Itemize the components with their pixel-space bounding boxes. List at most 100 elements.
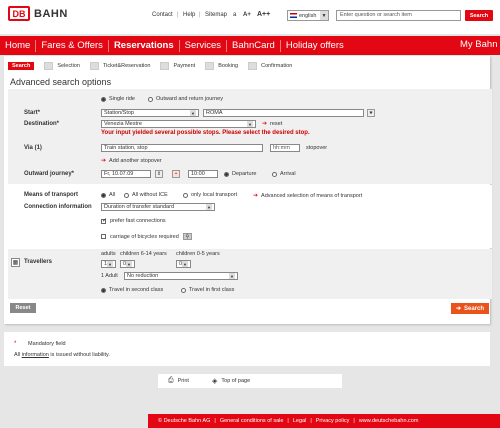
via-input[interactable]: Train station, stop xyxy=(101,144,263,152)
step-box xyxy=(90,62,99,70)
chevron-down-icon: ▼ xyxy=(320,11,328,20)
checkbox-bicycles[interactable] xyxy=(101,234,106,239)
outward-label: Outward journey* xyxy=(24,171,75,177)
step-box xyxy=(44,62,54,70)
radio-no-ice[interactable] xyxy=(124,192,129,198)
chevron-down-icon: ▼ xyxy=(190,110,196,116)
page-title: Advanced search options xyxy=(10,77,112,87)
transport-no-ice-option[interactable]: All without ICE xyxy=(124,192,168,198)
arrow-up-icon: ◈ xyxy=(212,378,218,385)
radio-first-class[interactable] xyxy=(181,287,186,293)
outward-time-input[interactable]: 10:00 xyxy=(188,170,218,178)
step-box xyxy=(248,62,258,70)
legal-link[interactable]: Legal xyxy=(293,418,306,424)
contact-link[interactable]: Contact xyxy=(152,12,173,18)
copyright: © Deutsche Bahn AG xyxy=(158,418,211,424)
information-link[interactable]: information xyxy=(22,352,49,358)
legend-box xyxy=(4,332,490,366)
adults-select[interactable]: 1 ▼ xyxy=(101,260,116,268)
infants-select[interactable]: 0 ▼ xyxy=(176,260,191,268)
nav-mybahn[interactable]: My Bahn xyxy=(460,39,498,50)
db-website-link[interactable]: www.deutschebahn.com xyxy=(359,418,419,424)
separator: | xyxy=(199,12,201,18)
mandatory-mark: * xyxy=(14,341,17,347)
transport-section xyxy=(8,185,492,248)
reduction-select[interactable]: No reduction ▼ xyxy=(124,272,238,280)
adults-label: adults xyxy=(101,251,116,257)
search-button[interactable]: ➔ Search xyxy=(451,303,489,314)
uk-flag-icon xyxy=(290,13,297,18)
departure-option[interactable]: Departure xyxy=(224,171,256,177)
transport-label: Means of transport xyxy=(24,192,79,198)
star-favorite-icon[interactable]: ★ xyxy=(367,109,375,117)
site-search-input[interactable]: Enter question or search item xyxy=(336,10,461,21)
transport-local-option[interactable]: only local transport xyxy=(183,192,237,198)
adult-row-label: 1 Adult xyxy=(101,273,118,279)
separator: | xyxy=(177,12,179,18)
destination-select[interactable]: Venezia Mestre ▼ xyxy=(101,120,256,128)
transfer-duration-select[interactable]: Duration of transfer standard ▼ xyxy=(101,203,215,211)
start-input[interactable]: ROMA xyxy=(203,109,364,117)
radio-departure[interactable] xyxy=(224,171,229,177)
single-ride-option[interactable]: Single ride xyxy=(101,96,135,102)
radio-return[interactable] xyxy=(148,96,153,102)
outward-date-input[interactable]: Fr, 10.07.09 xyxy=(101,170,151,178)
nav-bahncard[interactable]: BahnCard xyxy=(227,39,281,52)
help-link[interactable]: Help xyxy=(183,12,195,18)
add-stopover-link[interactable]: ➔ Add another stopover xyxy=(101,157,162,165)
brand-name: BAHN xyxy=(34,7,68,20)
second-class-option[interactable]: Travel in second class xyxy=(101,287,163,293)
chevron-down-icon: ▼ xyxy=(206,204,212,210)
print-link[interactable]: ⎙ Print xyxy=(168,377,189,385)
chevron-down-icon: ▼ xyxy=(229,273,235,279)
destination-label: Destination* xyxy=(24,121,60,127)
radio-single[interactable] xyxy=(101,96,106,102)
bicycles-option[interactable]: carriage of bicycles required ⚲ xyxy=(101,233,192,240)
arrival-option[interactable]: Arrival xyxy=(272,171,296,177)
site-search-button[interactable]: Search xyxy=(465,10,493,21)
language-select[interactable]: english ▼ xyxy=(287,10,329,21)
nav-holiday[interactable]: Holiday offers xyxy=(281,40,349,52)
children-label: children 6-14 years xyxy=(120,251,167,257)
reset-button[interactable]: Reset xyxy=(10,303,36,313)
step-booking: Booking xyxy=(205,62,238,70)
first-class-option[interactable]: Travel in first class xyxy=(181,287,234,293)
chevron-down-icon: ▼ xyxy=(182,261,188,267)
step-confirmation: Confirmation xyxy=(248,62,292,70)
radio-second-class[interactable] xyxy=(101,287,106,293)
travellers-label: Travellers xyxy=(24,259,53,265)
children-select[interactable]: 0 ▼ xyxy=(120,260,135,268)
return-journey-option[interactable]: Outward and return journey xyxy=(148,96,223,102)
stopover-time-input[interactable]: hh:mm xyxy=(270,144,300,152)
chevron-down-icon: ▼ xyxy=(247,121,253,127)
font-size-large[interactable]: A++ xyxy=(257,11,270,18)
sitemap-link[interactable]: Sitemap xyxy=(205,12,227,18)
destination-reset-link[interactable]: ➔ reset xyxy=(262,120,282,128)
transport-all-option[interactable]: All xyxy=(101,192,115,198)
nav-reservations[interactable]: Reservations xyxy=(109,39,180,52)
nav-home[interactable]: Home xyxy=(0,39,37,52)
journey-section xyxy=(8,89,492,184)
radio-all[interactable] xyxy=(101,192,106,198)
nav-fares[interactable]: Fares & Offers xyxy=(36,39,109,52)
arrow-right-icon: ➔ xyxy=(262,121,268,127)
step-ticket: Ticket&Reservation xyxy=(90,62,150,70)
top-of-page-link[interactable]: ◈ Top of page xyxy=(212,377,250,385)
db-logo[interactable]: DB BAHN xyxy=(8,6,68,21)
radio-local[interactable] xyxy=(183,192,188,198)
date-stepper[interactable]: ⇕ xyxy=(155,170,163,178)
advanced-transport-link[interactable]: ➔ Advanced selection of means of transpo… xyxy=(253,192,362,200)
fast-connections-option[interactable]: prefer fast connections xyxy=(101,217,166,224)
calendar-icon[interactable]: ▪ xyxy=(172,170,180,178)
privacy-link[interactable]: Privacy policy xyxy=(316,418,350,424)
start-type-select[interactable]: Station/Stop ▼ xyxy=(101,109,199,117)
arrow-right-icon: ➔ xyxy=(455,306,461,312)
connection-label: Connection information xyxy=(24,204,92,210)
checkbox-fast[interactable] xyxy=(101,217,107,224)
font-size-small[interactable]: a xyxy=(233,12,236,18)
radio-arrival[interactable] xyxy=(272,171,277,177)
terms-link[interactable]: General conditions of sale xyxy=(220,418,284,424)
print-icon: ⎙ xyxy=(168,377,174,384)
font-size-medium[interactable]: A+ xyxy=(243,12,251,18)
nav-services[interactable]: Services xyxy=(180,39,228,52)
